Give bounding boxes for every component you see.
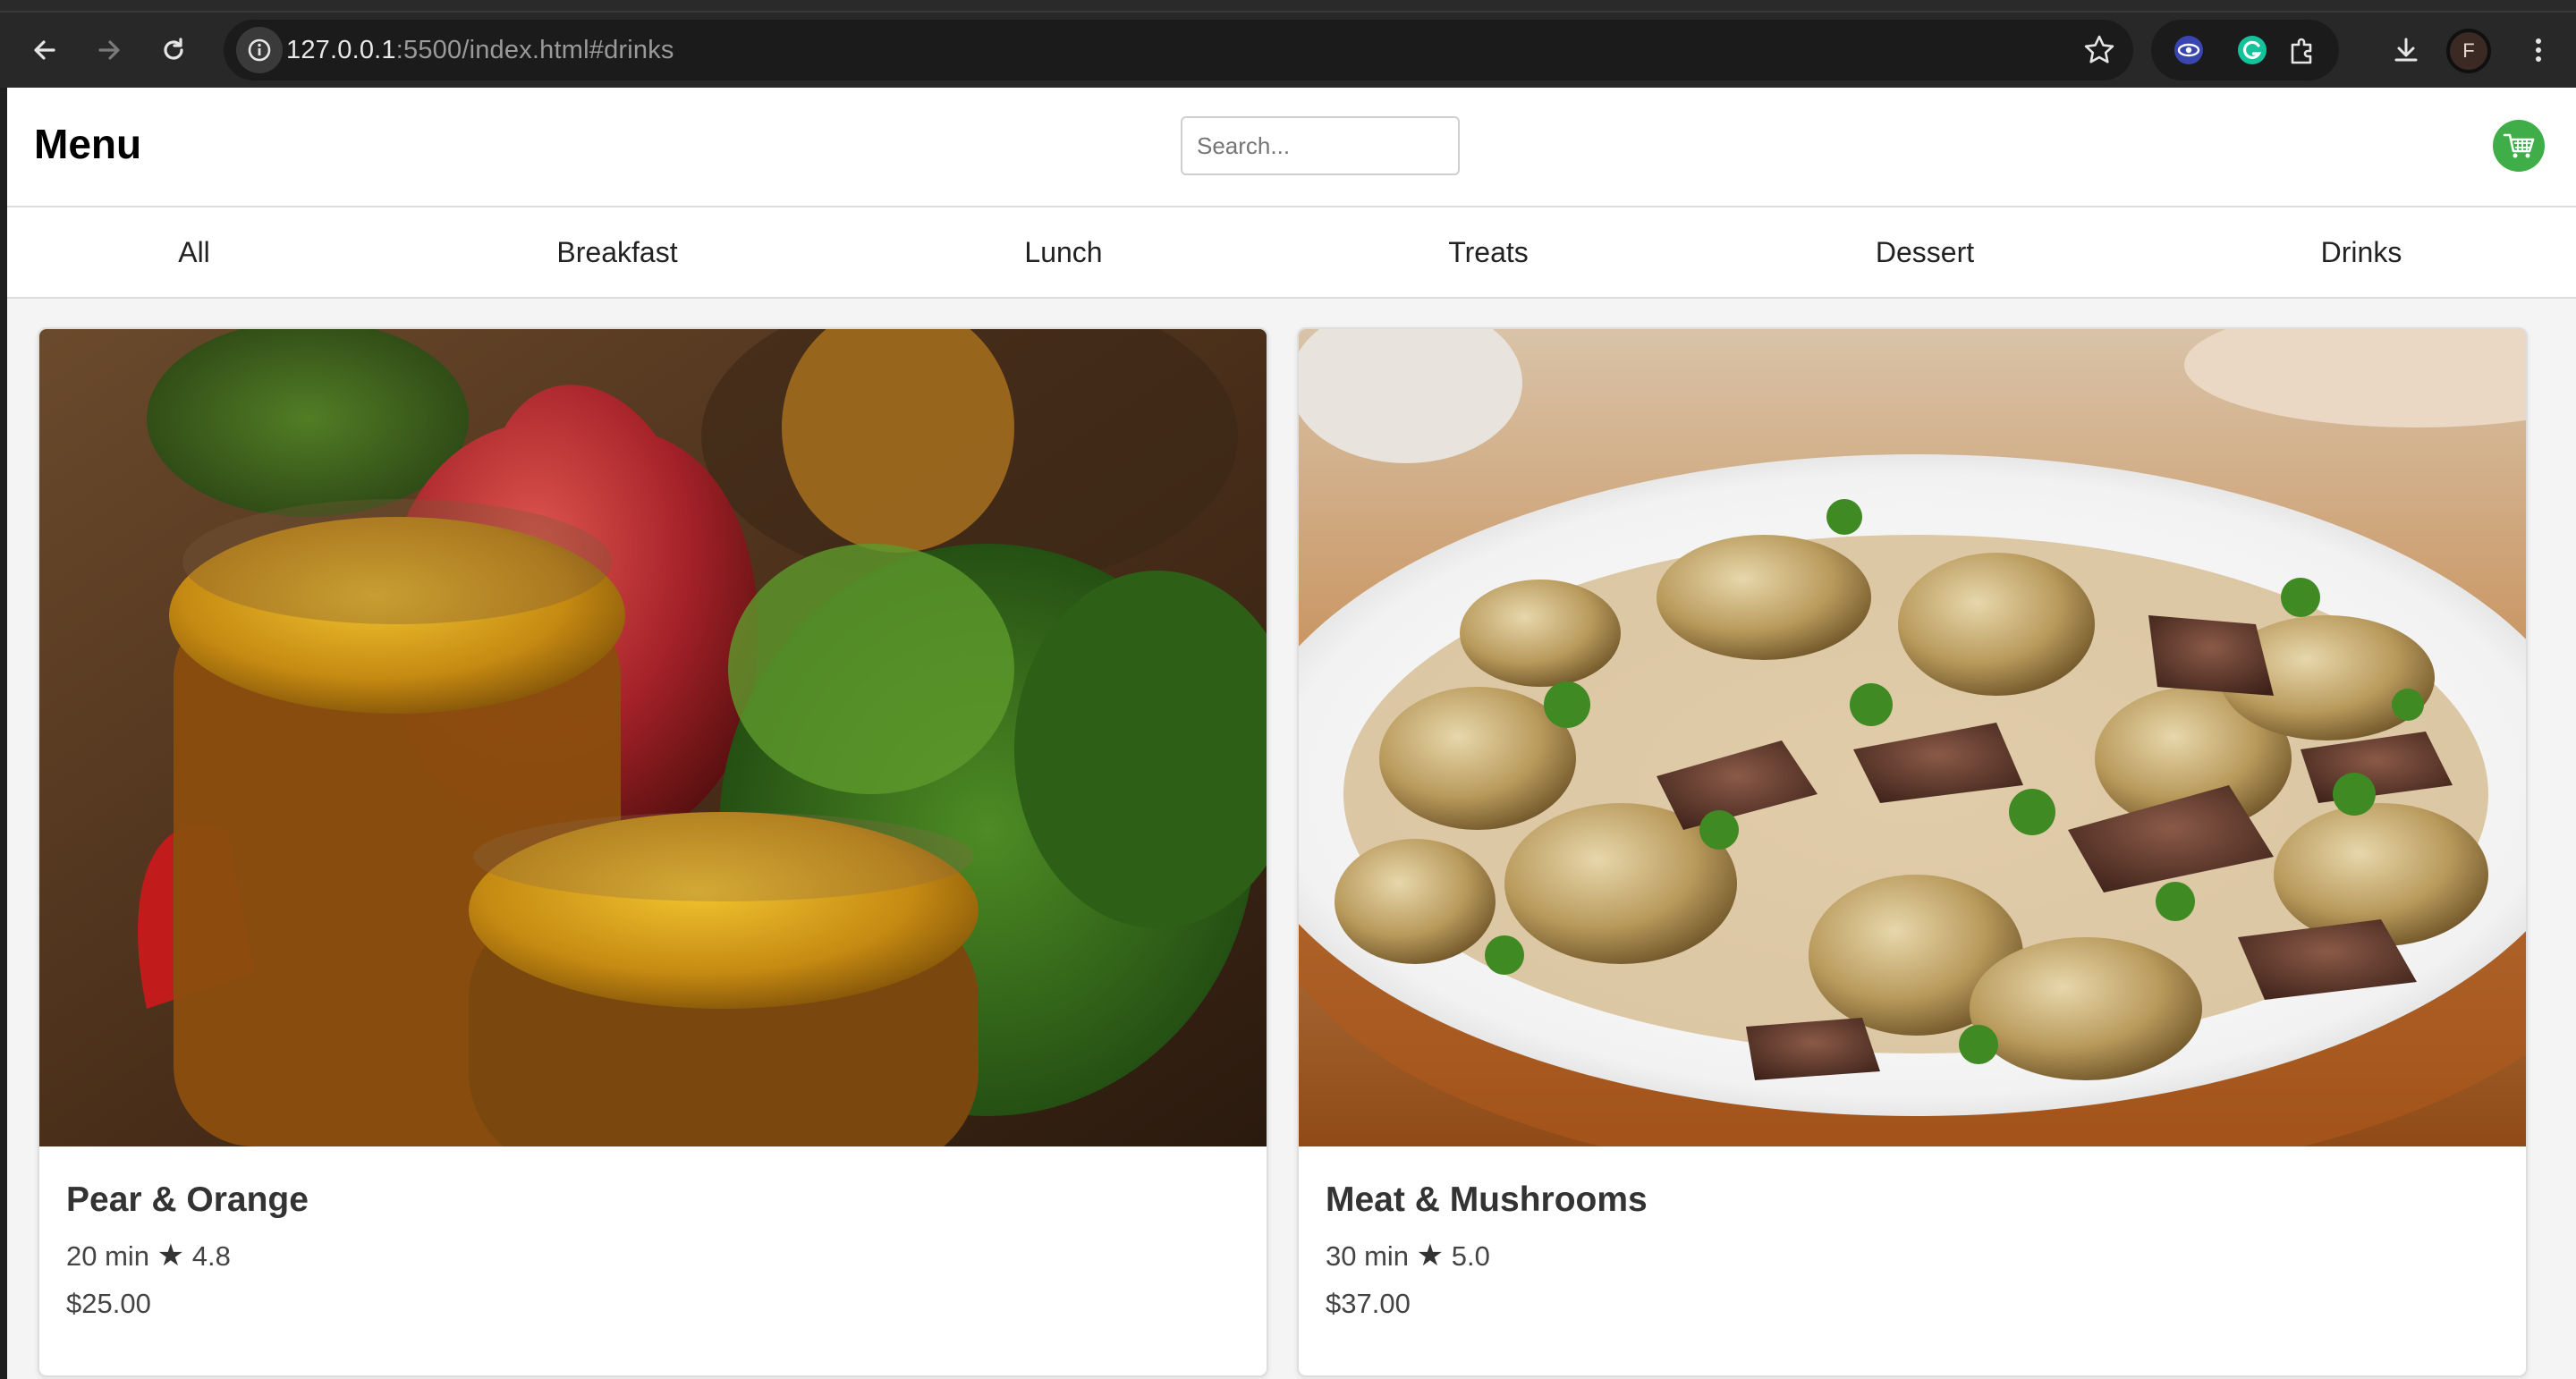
tab-dessert[interactable]: Dessert — [1876, 207, 1974, 297]
star-icon: ★ — [1416, 1239, 1445, 1273]
prep-time: 20 min — [66, 1240, 150, 1272]
reload-icon — [164, 38, 183, 60]
card-price: $25.00 — [66, 1288, 151, 1319]
card-meta: 20 min ★ 4.8 — [66, 1238, 231, 1273]
meat-mushrooms-photo — [1299, 329, 2526, 1146]
card-title: Meat & Mushrooms — [1326, 1180, 1648, 1219]
menu-card[interactable]: Meat & Mushrooms 30 min ★ 5.0 $37.00 — [1297, 327, 2528, 1377]
star-icon: ★ — [157, 1239, 185, 1273]
tab-treats[interactable]: Treats — [1448, 207, 1529, 297]
tab-all[interactable]: All — [178, 207, 210, 297]
cart-icon — [2503, 133, 2535, 158]
reload-button[interactable] — [147, 23, 200, 77]
grammarly-icon[interactable] — [2234, 32, 2270, 68]
tab-drinks[interactable]: Drinks — [2321, 207, 2402, 297]
card-price: $37.00 — [1326, 1288, 1411, 1319]
url-text[interactable]: 127.0.0.1:5500/index.html#drinks — [286, 20, 674, 80]
cart-button[interactable] — [2493, 120, 2545, 172]
menu-card[interactable]: Pear & Orange 20 min ★ 4.8 $25.00 — [38, 327, 1268, 1377]
rating: 5.0 — [1451, 1240, 1490, 1272]
browser-menu-button[interactable] — [2512, 23, 2565, 77]
tab-breakfast[interactable]: Breakfast — [556, 207, 677, 297]
downloads-button[interactable] — [2379, 23, 2433, 77]
back-button[interactable] — [18, 23, 72, 77]
browser-toolbar: 127.0.0.1:5500/index.html#drinks F — [0, 13, 2576, 88]
site-info-icon[interactable] — [236, 27, 283, 73]
pear-orange-photo — [39, 329, 1267, 1146]
extensions-puzzle-icon[interactable] — [2285, 32, 2321, 68]
profile-avatar[interactable]: F — [2446, 29, 2491, 73]
forward-button[interactable] — [82, 23, 136, 77]
forward-arrow-icon — [98, 40, 120, 60]
extensions-area — [2151, 20, 2339, 80]
download-icon — [2394, 38, 2418, 62]
back-arrow-icon — [34, 40, 55, 60]
kebab-menu-icon — [2536, 38, 2541, 62]
card-title: Pear & Orange — [66, 1180, 309, 1219]
extension-eye-icon[interactable] — [2171, 32, 2207, 68]
site-header: Menu — [7, 88, 2576, 207]
url-host: 127.0.0.1 — [286, 36, 396, 64]
rating: 4.8 — [191, 1240, 231, 1272]
page-title: Menu — [34, 121, 142, 167]
url-path: :5500/index.html#drinks — [395, 36, 674, 64]
prep-time: 30 min — [1326, 1240, 1410, 1272]
window-top-bar — [0, 0, 2576, 13]
bookmark-star-icon[interactable] — [2081, 32, 2117, 68]
address-bar[interactable]: 127.0.0.1:5500/index.html#drinks — [224, 20, 2133, 80]
category-nav: All Breakfast Lunch Treats Dessert Drink… — [7, 207, 2576, 299]
tab-lunch[interactable]: Lunch — [1024, 207, 1102, 297]
search-input[interactable] — [1181, 116, 1460, 175]
card-meta: 30 min ★ 5.0 — [1326, 1238, 1490, 1273]
page-viewport: Menu All Breakfast Lunch Treats Dessert … — [7, 88, 2576, 1379]
